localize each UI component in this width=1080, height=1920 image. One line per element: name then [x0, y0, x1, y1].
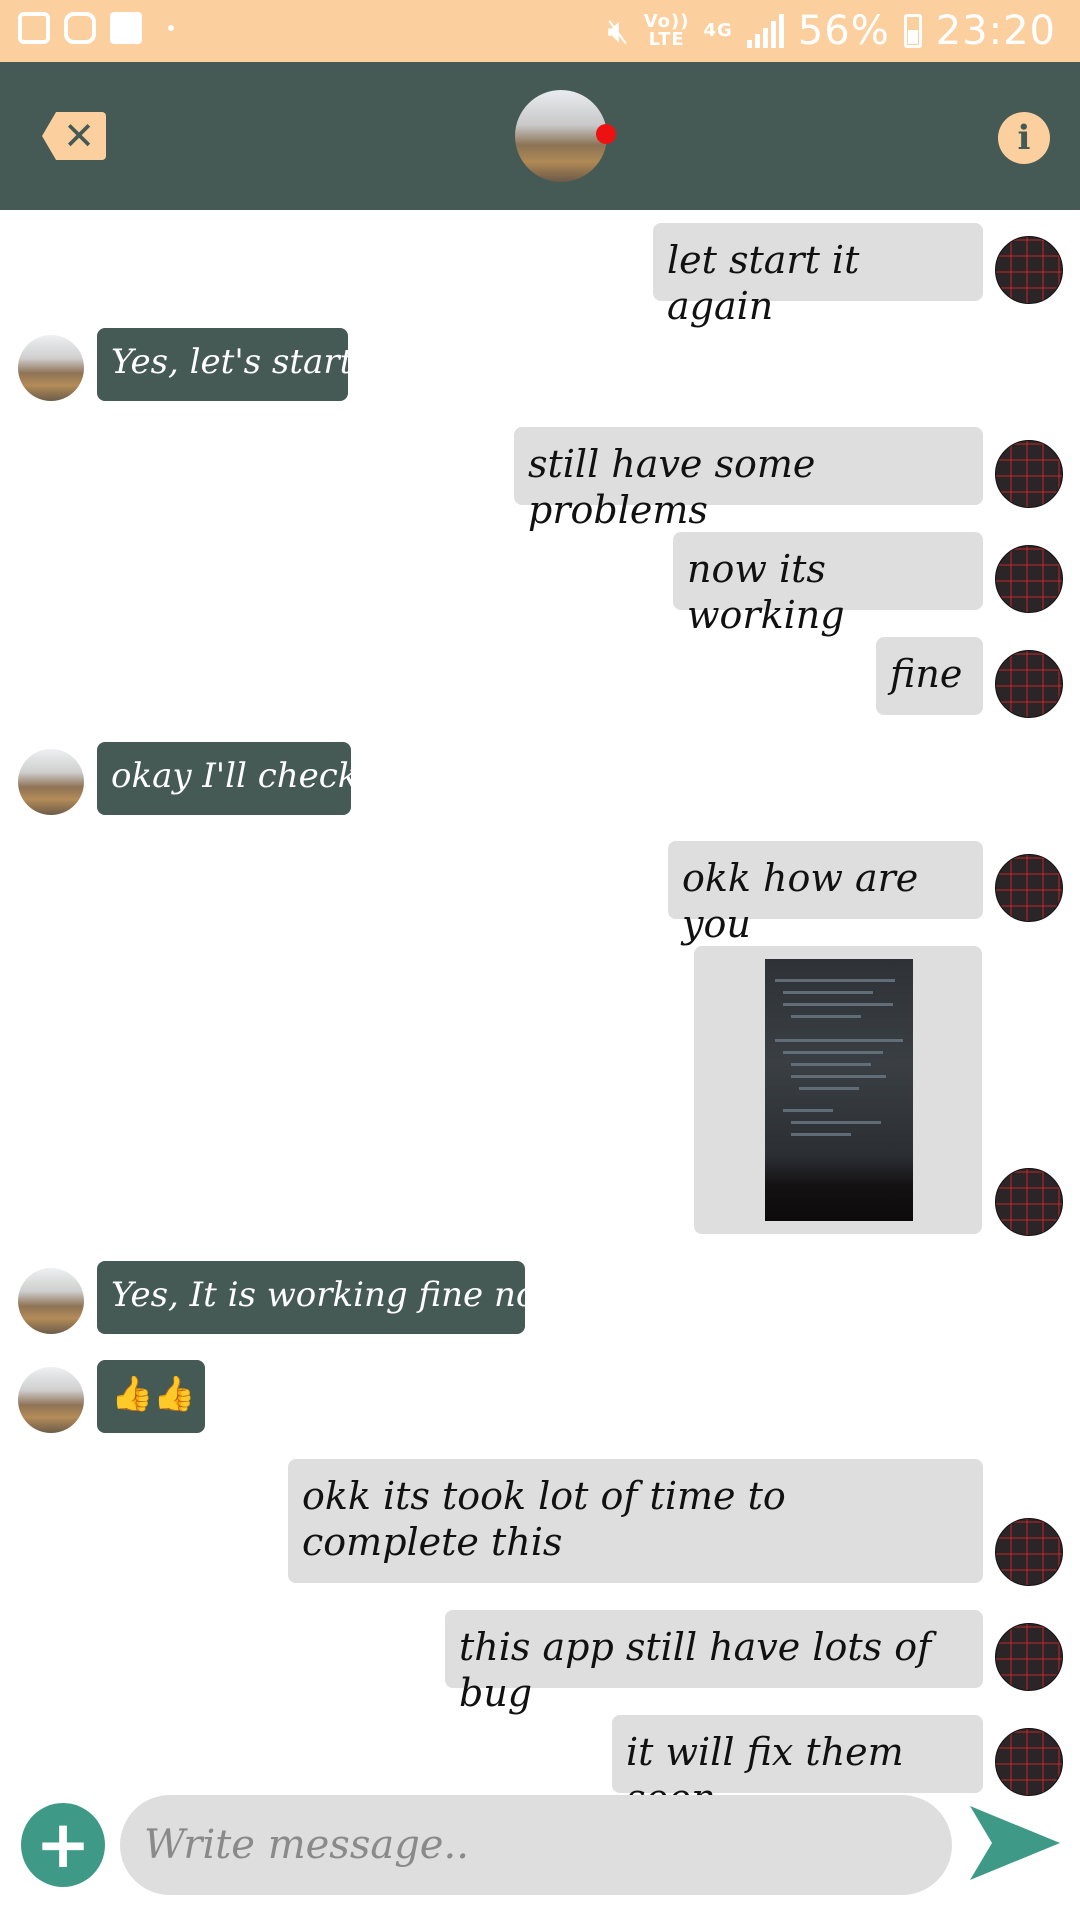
outgoing-message[interactable]: this app still have lots of bug [445, 1610, 983, 1715]
info-icon: i [1017, 118, 1031, 158]
my-avatar [995, 650, 1063, 718]
outgoing-message[interactable]: still have some problems [514, 427, 983, 532]
chat-header: ✕ i [0, 62, 1080, 210]
my-avatar [995, 440, 1063, 508]
my-avatar [995, 1728, 1063, 1796]
outgoing-message[interactable]: it will fix them soon [612, 1715, 983, 1820]
my-avatar [995, 545, 1063, 613]
contact-avatar-small [18, 1367, 84, 1433]
thumbs-up-emoji: 👍👍 [111, 1374, 196, 1414]
outgoing-message[interactable]: let start it again [653, 223, 983, 328]
clock: 23:20 [935, 8, 1056, 54]
data-type-indicator: 4G [703, 20, 733, 41]
incoming-message[interactable]: Yes, It is working fine now [97, 1261, 565, 1334]
my-avatar [995, 1518, 1063, 1586]
my-avatar [995, 1623, 1063, 1691]
online-status-dot [596, 124, 616, 144]
contact-avatar-small [18, 749, 84, 815]
outgoing-image-message[interactable] [694, 946, 982, 1234]
status-bar: 🔇︎ Vo)) LTE 4G 56% 23:20 [0, 0, 1080, 62]
plus-icon: + [35, 1806, 91, 1883]
outgoing-message[interactable]: now its working [673, 532, 983, 637]
contact-avatar[interactable] [515, 90, 607, 182]
add-attachment-button[interactable]: + [21, 1803, 105, 1887]
battery-icon [903, 14, 922, 48]
system-indicators: 🔇︎ Vo)) LTE 4G 56% 23:20 [607, 8, 1056, 54]
outgoing-message[interactable]: okk how are you [668, 841, 983, 946]
incoming-message[interactable]: okay I'll check [97, 742, 358, 815]
outgoing-message[interactable]: okk its took lot of time to complete thi… [288, 1459, 983, 1583]
signal-icon [746, 14, 784, 48]
battery-percent: 56% [797, 8, 890, 54]
mute-icon: 🔇︎ [607, 11, 630, 51]
message-input[interactable] [120, 1795, 952, 1895]
send-button[interactable] [970, 1806, 1060, 1880]
outgoing-message[interactable]: fine [876, 637, 983, 715]
close-button[interactable]: ✕ [42, 112, 106, 160]
my-avatar [995, 1168, 1063, 1236]
incoming-message[interactable]: Yes, let's start [97, 328, 353, 401]
message-icon [110, 12, 142, 44]
my-avatar [995, 854, 1063, 922]
code-screenshot-thumbnail[interactable] [765, 959, 913, 1221]
instagram-icon [64, 12, 96, 44]
contact-avatar-small [18, 1268, 84, 1334]
close-icon: ✕ [63, 114, 95, 158]
my-avatar [995, 236, 1063, 304]
more-notifications-dot [168, 25, 174, 31]
info-button[interactable]: i [998, 112, 1050, 164]
incoming-message[interactable]: 👍👍 [97, 1360, 205, 1433]
notification-icons [18, 12, 174, 44]
send-icon [970, 1806, 1060, 1880]
volte-indicator: Vo)) LTE [643, 11, 690, 50]
contact-avatar-small [18, 335, 84, 401]
gallery-icon [18, 12, 50, 44]
